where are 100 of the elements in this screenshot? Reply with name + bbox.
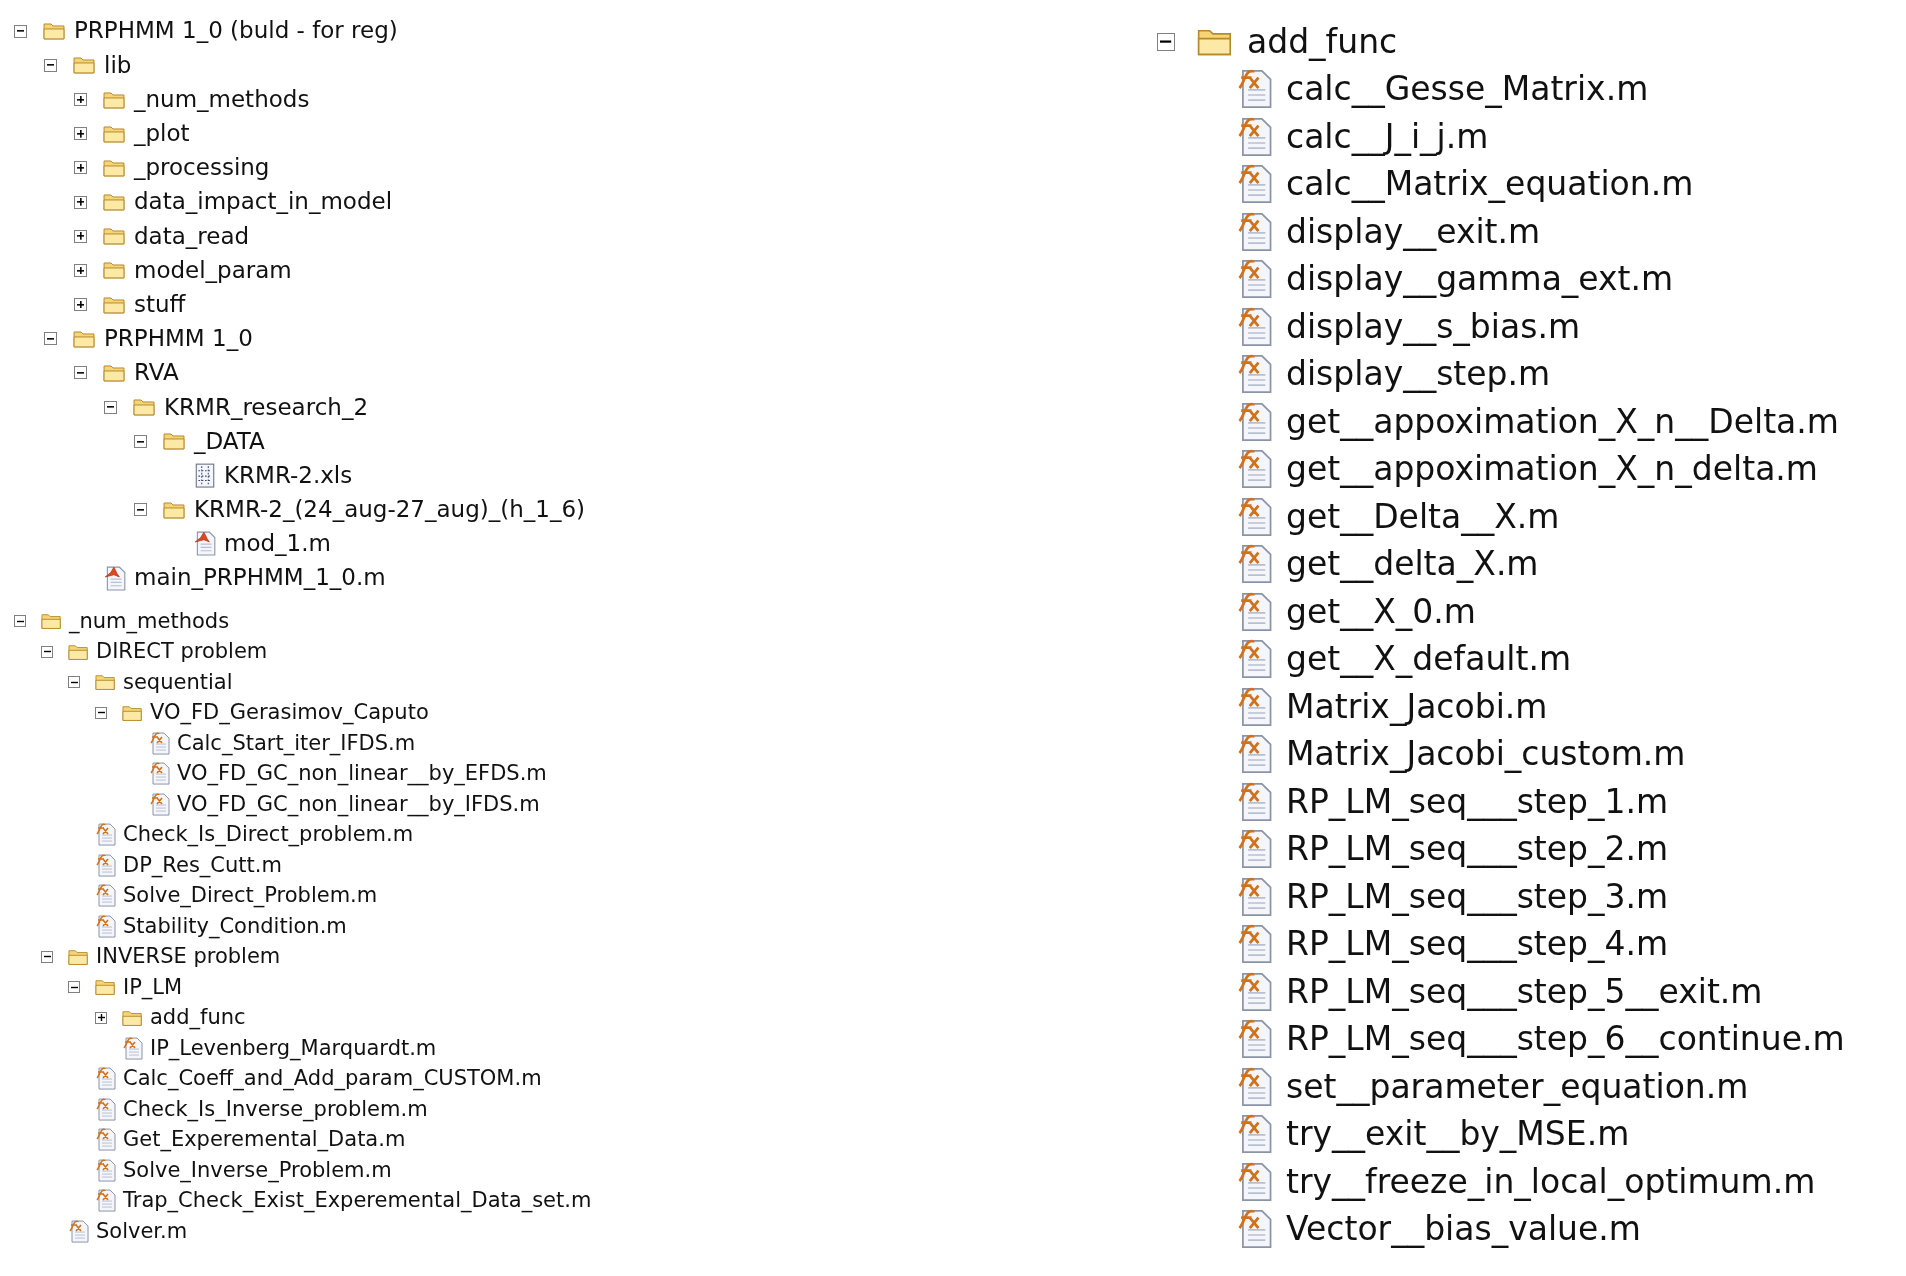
- collapse-button[interactable]: [95, 706, 107, 719]
- file-label[interactable]: try__freeze_in_local_optimum.m: [1286, 1163, 1816, 1200]
- file-label[interactable]: Solve_Direct_Problem.m: [123, 884, 378, 908]
- expand-button[interactable]: [95, 1011, 107, 1024]
- folder-label[interactable]: DIRECT problem: [96, 640, 268, 664]
- folder-label[interactable]: sequential: [123, 670, 233, 694]
- file-label[interactable]: set__parameter_equation.m: [1286, 1068, 1749, 1105]
- collapse-button[interactable]: [68, 981, 80, 994]
- file-label[interactable]: RP_LM_seq___step_5__exit.m: [1286, 973, 1763, 1010]
- collapse-button[interactable]: [44, 332, 57, 346]
- function-file-icon: [1236, 116, 1274, 157]
- expand-button[interactable]: [74, 195, 87, 209]
- file-label[interactable]: get__appoximation_X_n_delta.m: [1286, 451, 1818, 488]
- file-label[interactable]: get__X_0.m: [1286, 593, 1476, 630]
- file-label[interactable]: display__gamma_ext.m: [1286, 261, 1674, 298]
- file-label[interactable]: RP_LM_seq___step_3.m: [1286, 878, 1669, 915]
- expand-button[interactable]: [74, 263, 87, 277]
- file-label[interactable]: KRMR-2.xls: [224, 462, 353, 489]
- file-label[interactable]: VO_FD_GC_non_linear__by_EFDS.m: [177, 762, 547, 786]
- function-file-icon: [1236, 544, 1274, 585]
- file-label[interactable]: main_PRPHMM_1_0.m: [134, 565, 386, 591]
- collapse-button[interactable]: [1157, 32, 1175, 51]
- folder-label[interactable]: KRMR_research_2: [164, 394, 369, 420]
- folder-label[interactable]: add_func: [1247, 23, 1398, 60]
- folder-label[interactable]: _DATA: [194, 428, 265, 454]
- file-label[interactable]: calc__J_i_j.m: [1286, 118, 1489, 155]
- file-label[interactable]: Check_Is_Direct_problem.m: [123, 823, 414, 847]
- expand-button[interactable]: [74, 127, 87, 141]
- file-label[interactable]: Calc_Start_iter_IFDS.m: [177, 731, 416, 755]
- collapse-button[interactable]: [14, 615, 26, 628]
- folder-label[interactable]: add_func: [150, 1006, 246, 1030]
- file-label[interactable]: VO_FD_GC_non_linear__by_IFDS.m: [177, 792, 540, 816]
- file-label[interactable]: mod_1.m: [224, 531, 331, 557]
- folder-label[interactable]: data_read: [134, 223, 250, 249]
- plus-icon: [76, 129, 85, 138]
- file-label[interactable]: display__step.m: [1286, 356, 1551, 393]
- file-label[interactable]: display__s_bias.m: [1286, 308, 1581, 345]
- folder-label[interactable]: model_param: [134, 257, 292, 284]
- file-label[interactable]: RP_LM_seq___step_6__continue.m: [1286, 1021, 1845, 1058]
- function-file-icon: [1236, 876, 1274, 917]
- file-label[interactable]: Matrix_Jacobi.m: [1286, 688, 1548, 725]
- file-label[interactable]: Check_Is_Inverse_problem.m: [123, 1097, 428, 1121]
- folder-label[interactable]: _num_methods: [134, 86, 310, 113]
- expand-button[interactable]: [74, 161, 87, 175]
- folder-label[interactable]: KRMR-2_(24_aug-27_aug)_(h_1_6): [194, 497, 585, 523]
- folder-label[interactable]: PRPHMM 1_0: [104, 326, 253, 352]
- script-file-icon: [193, 531, 217, 557]
- file-label[interactable]: Calc_Coeff_and_Add_param_CUSTOM.m: [123, 1067, 542, 1091]
- file-label[interactable]: get__appoximation_X_n__Delta.m: [1286, 403, 1839, 440]
- file-label[interactable]: Matrix_Jacobi_custom.m: [1286, 736, 1686, 773]
- file-label[interactable]: RP_LM_seq___step_1.m: [1286, 783, 1669, 820]
- collapse-button[interactable]: [134, 434, 147, 448]
- file-label[interactable]: RP_LM_seq___step_2.m: [1286, 831, 1669, 868]
- folder-icon: [43, 21, 67, 42]
- file-label[interactable]: get__X_default.m: [1286, 641, 1572, 678]
- expand-button[interactable]: [74, 92, 87, 106]
- folder-label[interactable]: RVA: [134, 360, 179, 386]
- file-label[interactable]: get__Delta__X.m: [1286, 498, 1560, 535]
- folder-label[interactable]: _processing: [134, 155, 270, 181]
- collapse-button[interactable]: [41, 645, 53, 658]
- folder-label[interactable]: stuff: [134, 291, 186, 318]
- collapse-button[interactable]: [104, 400, 117, 414]
- file-label[interactable]: DP_Res_Cutt.m: [123, 853, 282, 877]
- function-file-icon: [1236, 164, 1274, 205]
- collapse-button[interactable]: [44, 58, 57, 72]
- function-file-icon: [149, 792, 171, 816]
- folder-label[interactable]: INVERSE problem: [96, 945, 281, 969]
- file-label[interactable]: calc__Gesse_Matrix.m: [1286, 71, 1649, 108]
- collapse-button[interactable]: [14, 24, 27, 38]
- collapse-button[interactable]: [134, 503, 147, 517]
- file-label[interactable]: Vector__bias_value.m: [1286, 1211, 1641, 1248]
- minus-icon: [16, 27, 25, 35]
- file-label[interactable]: Trap_Check_Exist_Experemental_Data_set.m: [123, 1189, 592, 1213]
- file-label[interactable]: display__exit.m: [1286, 213, 1541, 250]
- folder-icon: [133, 397, 157, 418]
- folder-label[interactable]: data_impact_in_model: [134, 189, 393, 215]
- collapse-button[interactable]: [74, 366, 87, 380]
- file-label[interactable]: Get_Experemental_Data.m: [123, 1128, 406, 1152]
- file-label[interactable]: get__delta_X.m: [1286, 546, 1539, 583]
- file-label[interactable]: Solve_Inverse_Problem.m: [123, 1158, 392, 1182]
- collapse-button[interactable]: [68, 676, 80, 689]
- folder-label[interactable]: IP_LM: [123, 975, 183, 999]
- file-label[interactable]: Solver.m: [96, 1219, 188, 1243]
- file-label[interactable]: RP_LM_seq___step_4.m: [1286, 926, 1669, 963]
- file-label[interactable]: Stability_Condition.m: [123, 914, 347, 938]
- file-label[interactable]: try__exit__by_MSE.m: [1286, 1116, 1630, 1153]
- expand-button[interactable]: [74, 298, 87, 312]
- function-file-icon: [95, 1067, 117, 1091]
- function-file-icon: [1236, 69, 1274, 110]
- collapse-button[interactable]: [41, 950, 53, 963]
- plus-icon: [97, 1014, 105, 1022]
- folder-label[interactable]: PRPHMM 1_0 (buld - for reg): [74, 18, 398, 44]
- folder-label[interactable]: VO_FD_Gerasimov_Caputo: [150, 701, 429, 725]
- file-label[interactable]: IP_Levenberg_Marquardt.m: [150, 1036, 437, 1060]
- folder-label[interactable]: lib: [104, 52, 132, 78]
- folder-label[interactable]: _plot: [134, 121, 190, 147]
- expand-button[interactable]: [74, 229, 87, 243]
- function-file-icon: [1236, 1161, 1274, 1202]
- file-label[interactable]: calc__Matrix_equation.m: [1286, 166, 1694, 203]
- folder-label[interactable]: _num_methods: [69, 609, 230, 633]
